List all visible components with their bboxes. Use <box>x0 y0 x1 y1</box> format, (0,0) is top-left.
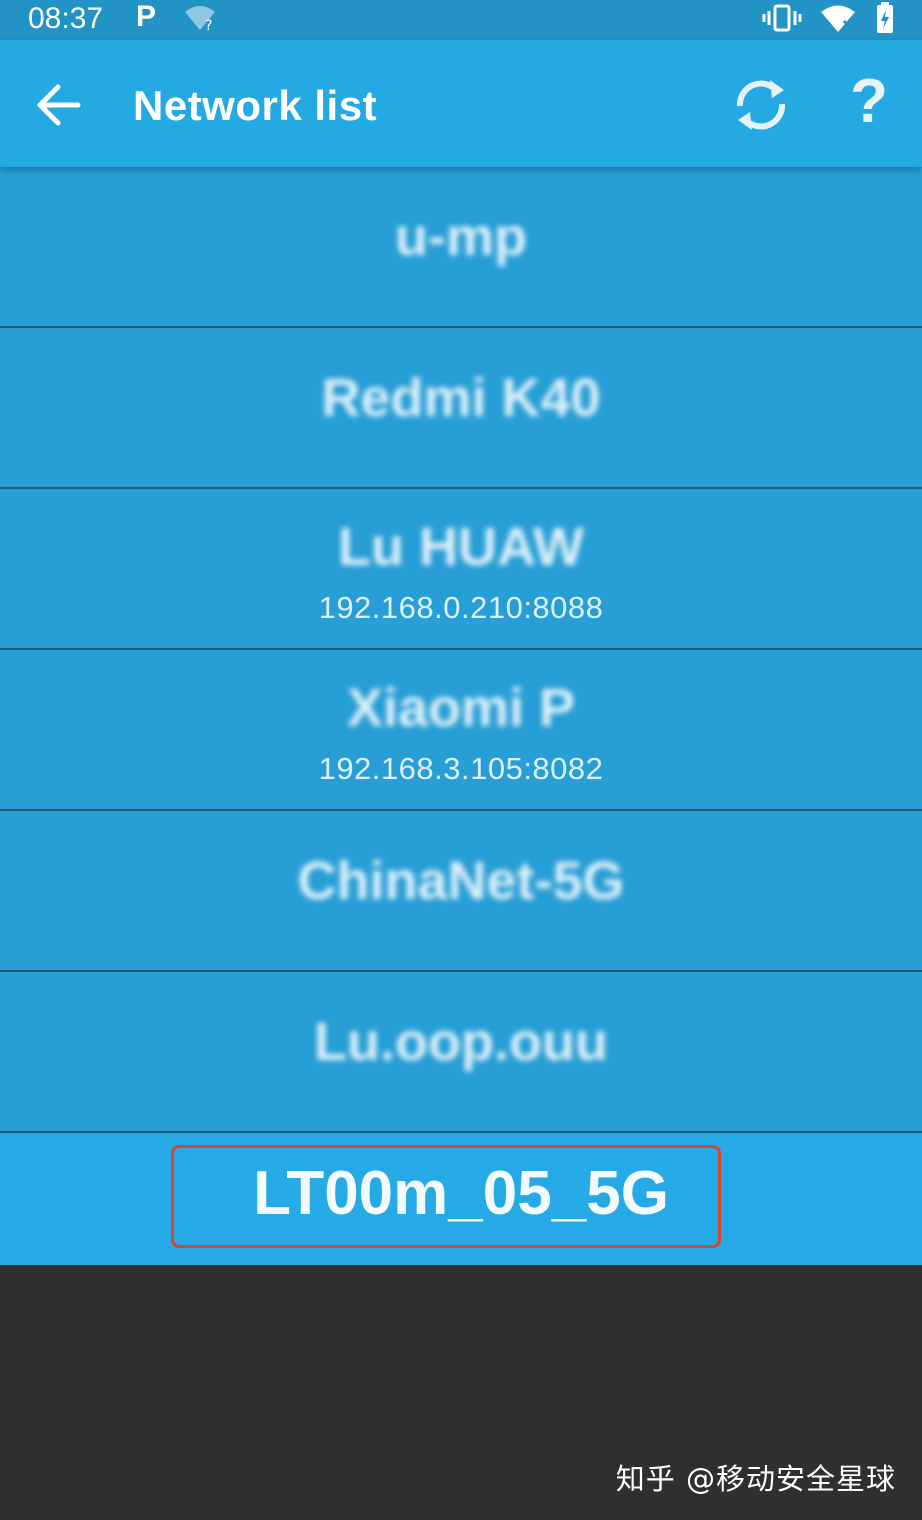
wifi-unknown-icon: ? <box>183 4 217 37</box>
network-name: Lu.oop.ouu <box>314 1012 608 1072</box>
network-name: ChinaNet-5G <box>297 851 625 911</box>
vibrate-icon <box>762 3 802 38</box>
parking-icon: P <box>136 0 157 33</box>
network-row[interactable]: ChinaNet-5G <box>0 811 922 972</box>
network-row[interactable]: Xiaomi P 192.168.3.105:8082 <box>0 650 922 811</box>
network-row[interactable]: Lu.oop.ouu <box>0 972 922 1133</box>
battery-charging-icon <box>876 2 894 39</box>
back-button[interactable] <box>34 82 86 128</box>
network-name: Xiaomi P <box>346 678 576 738</box>
network-name: Redmi K40 <box>321 368 601 428</box>
network-name: Lu HUAW <box>338 517 584 577</box>
network-address: 192.168.0.210:8088 <box>318 590 604 625</box>
status-time: 08:37 <box>28 2 104 35</box>
refresh-button[interactable] <box>732 76 790 134</box>
wifi-off-icon <box>820 3 858 38</box>
app-bar: Network list ? <box>0 40 922 167</box>
network-row[interactable]: Lu HUAW 192.168.0.210:8088 <box>0 489 922 650</box>
refresh-icon <box>736 80 786 130</box>
network-list: u-mp Redmi K40 Lu HUAW 192.168.0.210:808… <box>0 167 922 1265</box>
network-row[interactable]: Redmi K40 <box>0 328 922 489</box>
watermark: 知乎 @移动安全星球 <box>615 1462 896 1496</box>
network-row[interactable]: u-mp <box>0 167 922 328</box>
network-name: u-mp <box>395 207 527 267</box>
network-address: 192.168.3.105:8082 <box>318 751 604 786</box>
page-title: Network list <box>133 82 378 129</box>
svg-text:?: ? <box>205 18 212 32</box>
status-bar: 08:37 P ? <box>0 0 922 40</box>
help-button[interactable]: ? <box>846 70 892 134</box>
arrow-left-icon <box>37 84 81 126</box>
highlight-annotation <box>171 1145 721 1248</box>
